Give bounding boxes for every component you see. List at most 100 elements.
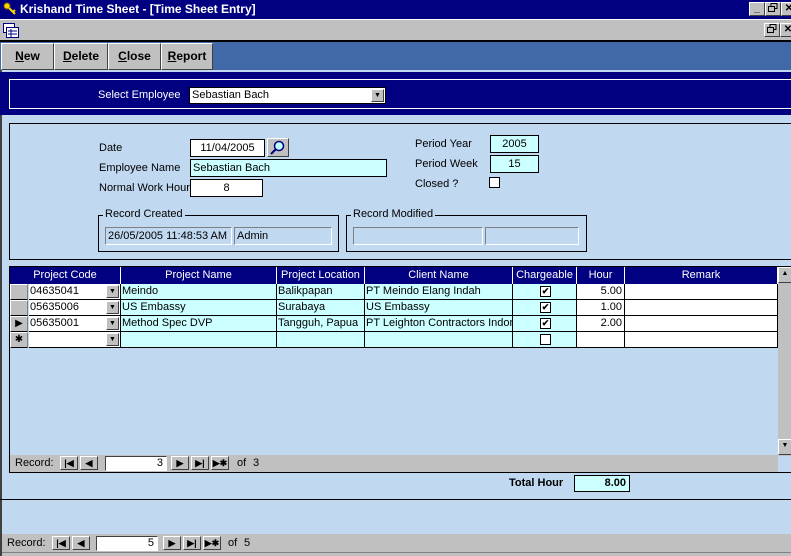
restore-button[interactable] xyxy=(765,2,781,16)
main-record-number-input[interactable]: 5 xyxy=(96,536,158,551)
cell-text: PT Leighton Contractors Indon xyxy=(366,317,513,329)
chevron-down-icon[interactable]: ▼ xyxy=(106,333,119,346)
cell-text: US Embassy xyxy=(122,301,186,313)
key-icon xyxy=(3,2,16,15)
form-icon[interactable] xyxy=(3,23,19,38)
cell-text: Meindo xyxy=(122,285,159,297)
subform-record-navigator: Record: |◀ ◀ 3 ▶ ▶| ▶✱ of 3 xyxy=(10,455,778,472)
main-new-record-button[interactable]: ▶✱ xyxy=(203,536,221,550)
cell-hour[interactable] xyxy=(577,332,625,348)
cell-project-location[interactable]: Surabaya xyxy=(277,300,365,316)
subform-new-record-button[interactable]: ▶✱ xyxy=(211,456,229,470)
cell-project-code[interactable]: 05635001 ▼ xyxy=(29,316,121,332)
cell-project-name[interactable]: US Embassy xyxy=(121,300,277,316)
mdi-close-button[interactable]: ✕ xyxy=(780,23,791,37)
closed-checkbox[interactable] xyxy=(489,177,500,188)
chevron-down-icon[interactable]: ▼ xyxy=(106,285,119,298)
cell-chargeable[interactable]: ✔ xyxy=(513,300,577,316)
employee-name-field[interactable]: Sebastian Bach xyxy=(190,159,387,177)
main-prev-record-button[interactable]: ◀ xyxy=(72,536,90,550)
main-last-record-button[interactable]: ▶| xyxy=(183,536,201,550)
row-selector[interactable] xyxy=(10,284,28,300)
period-week-field[interactable]: 15 xyxy=(490,155,539,173)
date-field[interactable]: 11/04/2005 xyxy=(190,139,265,157)
period-year-field[interactable]: 2005 xyxy=(490,135,539,153)
cell-project-name[interactable]: Meindo xyxy=(121,284,277,300)
new-button[interactable]: New xyxy=(1,43,54,70)
chevron-down-icon[interactable]: ▼ xyxy=(106,317,119,330)
chargeable-checkbox[interactable]: ✔ xyxy=(540,302,551,313)
cell-project-name[interactable] xyxy=(121,332,277,348)
main-record-total: 5 xyxy=(244,537,251,549)
cell-chargeable[interactable] xyxy=(513,332,577,348)
close-button[interactable]: Close xyxy=(108,43,161,70)
chargeable-checkbox[interactable]: ✔ xyxy=(540,286,551,297)
column-header-hour[interactable]: Hour xyxy=(577,267,625,284)
subform-first-record-button[interactable]: |◀ xyxy=(60,456,78,470)
employee-name-label: Employee Name xyxy=(99,162,181,174)
close-label: lose xyxy=(126,49,151,63)
main-next-record-button[interactable]: ▶ xyxy=(163,536,181,550)
cell-remark[interactable] xyxy=(625,284,778,300)
record-modified-label: Record Modified xyxy=(351,208,436,220)
cell-project-code[interactable]: ▼ xyxy=(29,332,121,348)
close-window-button[interactable]: ✕ xyxy=(781,2,791,16)
date-lookup-button[interactable] xyxy=(267,138,289,157)
new-accel: N xyxy=(15,49,24,63)
cell-chargeable[interactable]: ✔ xyxy=(513,316,577,332)
mdi-restore-button[interactable] xyxy=(764,23,780,37)
cell-hour[interactable]: 2.00 xyxy=(577,316,625,332)
cell-client-name[interactable] xyxy=(365,332,513,348)
cell-hour[interactable]: 1.00 xyxy=(577,300,625,316)
column-header-client-name[interactable]: Client Name xyxy=(365,267,513,284)
main-first-record-button[interactable]: |◀ xyxy=(52,536,70,550)
scroll-down-button[interactable]: ▼ xyxy=(778,439,791,455)
cell-text: PT Meindo Elang Indah xyxy=(366,285,481,297)
report-label: eport xyxy=(176,49,207,63)
chargeable-checkbox[interactable] xyxy=(540,334,551,345)
subform-record-number-input[interactable]: 3 xyxy=(105,456,167,471)
timesheet-header-panel: Date 11/04/2005 Employee Name Sebastian … xyxy=(9,123,791,260)
main-of-label: of xyxy=(228,537,238,549)
column-header-project-code[interactable]: Project Code xyxy=(10,267,121,284)
row-selector[interactable]: ✱ xyxy=(10,332,28,348)
row-selector[interactable] xyxy=(10,300,28,316)
cell-project-code[interactable]: 05635006 ▼ xyxy=(29,300,121,316)
cell-chargeable[interactable]: ✔ xyxy=(513,284,577,300)
grid-vertical-scrollbar[interactable]: ▲ ▼ xyxy=(778,267,791,456)
cell-project-code[interactable]: 04635041 ▼ xyxy=(29,284,121,300)
cell-client-name[interactable]: PT Leighton Contractors Indon xyxy=(365,316,513,332)
subform-record-total: 3 xyxy=(253,457,260,469)
scroll-up-button[interactable]: ▲ xyxy=(778,267,791,283)
report-button[interactable]: Report xyxy=(161,43,213,70)
cell-project-name[interactable]: Method Spec DVP xyxy=(121,316,277,332)
cell-project-location[interactable]: Tangguh, Papua xyxy=(277,316,365,332)
column-header-project-name[interactable]: Project Name xyxy=(121,267,277,284)
row-selector[interactable]: ▶ xyxy=(10,316,28,332)
chargeable-checkbox[interactable]: ✔ xyxy=(540,318,551,329)
select-employee-combo[interactable]: Sebastian Bach ▼ xyxy=(189,87,386,104)
column-header-chargeable[interactable]: Chargeable xyxy=(513,267,577,284)
cell-remark[interactable] xyxy=(625,316,778,332)
cell-remark[interactable] xyxy=(625,332,778,348)
minimize-button[interactable]: _ xyxy=(749,2,765,16)
cell-text: 2.00 xyxy=(600,317,622,329)
subform-next-record-button[interactable]: ▶ xyxy=(171,456,189,470)
cell-project-location[interactable] xyxy=(277,332,365,348)
delete-button[interactable]: Delete xyxy=(54,43,108,70)
column-header-remark[interactable]: Remark xyxy=(625,267,778,284)
cell-project-location[interactable]: Balikpapan xyxy=(277,284,365,300)
cell-client-name[interactable]: US Embassy xyxy=(365,300,513,316)
cell-text: 04635041 xyxy=(30,285,79,297)
record-modified-datetime xyxy=(353,227,483,245)
date-label: Date xyxy=(99,142,123,154)
column-header-project-location[interactable]: Project Location xyxy=(277,267,365,284)
cell-hour[interactable]: 5.00 xyxy=(577,284,625,300)
cell-remark[interactable] xyxy=(625,300,778,316)
cell-client-name[interactable]: PT Meindo Elang Indah xyxy=(365,284,513,300)
normal-work-hour-field[interactable]: 8 xyxy=(190,179,263,197)
chevron-down-icon[interactable]: ▼ xyxy=(371,89,384,102)
chevron-down-icon[interactable]: ▼ xyxy=(106,301,119,314)
subform-prev-record-button[interactable]: ◀ xyxy=(80,456,98,470)
subform-last-record-button[interactable]: ▶| xyxy=(191,456,209,470)
